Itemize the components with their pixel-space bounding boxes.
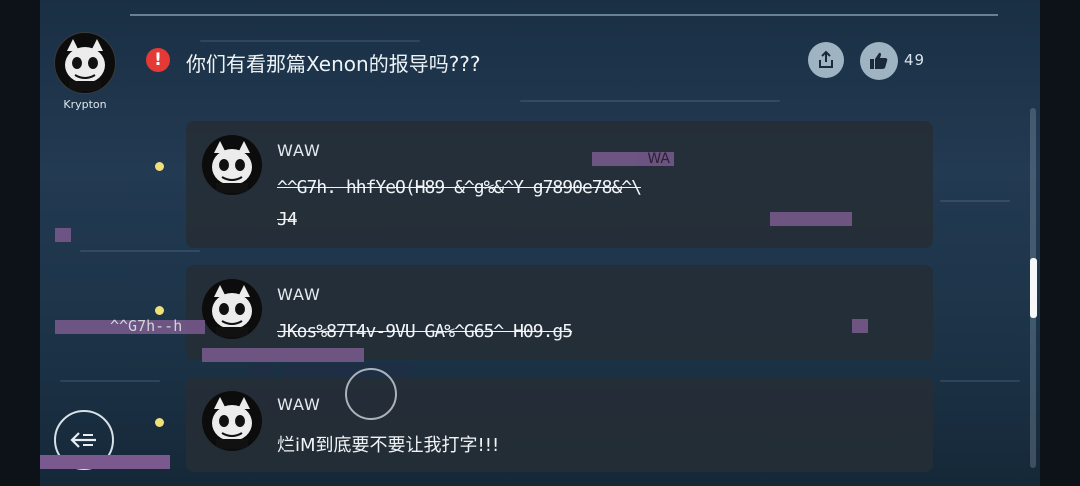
like-count: 49	[904, 51, 926, 69]
reply-text: JKos%87T4v-9VU GA%^G65^ H09.g5	[277, 321, 573, 342]
cat-avatar-icon	[212, 285, 252, 337]
background-wave	[60, 380, 160, 382]
reply-card[interactable]: WAW 烂iM到底要不要让我打字!!!	[186, 377, 933, 472]
reply-text: ^^G7h. hhfYeO(H89 &^g%&^Y g7890e78&^\	[277, 177, 642, 198]
post-title: 你们有看那篇Xenon的报导吗???	[186, 52, 481, 76]
glitch-artifact: WA	[592, 151, 674, 167]
glitch-artifact	[852, 319, 868, 333]
reply-username: WAW	[277, 141, 321, 160]
left-edge	[0, 0, 40, 486]
reply-text: 烂iM到底要不要让我打字!!!	[277, 435, 500, 456]
avatar[interactable]	[202, 391, 262, 451]
cat-avatar-icon	[212, 397, 252, 449]
scrollbar-thumb[interactable]	[1030, 258, 1037, 318]
reply-username: WAW	[277, 395, 321, 414]
thumbs-up-icon	[870, 52, 888, 69]
post-author[interactable]: Krypton	[54, 32, 116, 111]
reply-bullet	[155, 306, 164, 315]
avatar[interactable]	[202, 135, 262, 195]
background-wave	[520, 100, 780, 102]
glitch-artifact	[202, 348, 364, 362]
right-edge	[1040, 0, 1080, 486]
avatar[interactable]	[202, 279, 262, 339]
reply-text: J4	[277, 209, 298, 230]
glitch-text: WA	[647, 151, 670, 167]
reply-bullet	[155, 418, 164, 427]
background-wave	[200, 40, 420, 42]
author-name: Krypton	[63, 98, 107, 111]
reply-username: WAW	[277, 285, 321, 304]
reply-card[interactable]: WAW JKos%87T4v-9VU GA%^G65^ H09.g5	[186, 265, 933, 360]
cat-avatar-icon	[212, 141, 252, 193]
background-wave	[940, 380, 1020, 382]
glitch-artifact: ^^G7h--h	[55, 317, 205, 335]
background-wave	[940, 200, 1010, 202]
background-wave	[80, 250, 200, 252]
glitch-text: ^^G7h--h	[110, 317, 183, 335]
alert-icon: !	[146, 48, 170, 72]
glitch-artifact	[40, 455, 170, 469]
glitch-artifact	[770, 212, 852, 226]
glitch-artifact	[55, 228, 71, 242]
ghost-button-outline	[345, 368, 397, 420]
header-divider	[130, 14, 998, 16]
share-button[interactable]	[808, 42, 844, 78]
avatar[interactable]	[54, 32, 116, 94]
like-button[interactable]	[860, 42, 898, 80]
reply-bullet	[155, 162, 164, 171]
cat-avatar-icon	[65, 39, 105, 91]
reply-card[interactable]: WAW ^^G7h. hhfYeO(H89 &^g%&^Y g7890e78&^…	[186, 121, 933, 248]
back-arrow-icon	[70, 432, 96, 448]
glitch-artifact	[250, 364, 274, 378]
glitch-artifact	[282, 364, 412, 378]
share-icon	[819, 50, 833, 68]
